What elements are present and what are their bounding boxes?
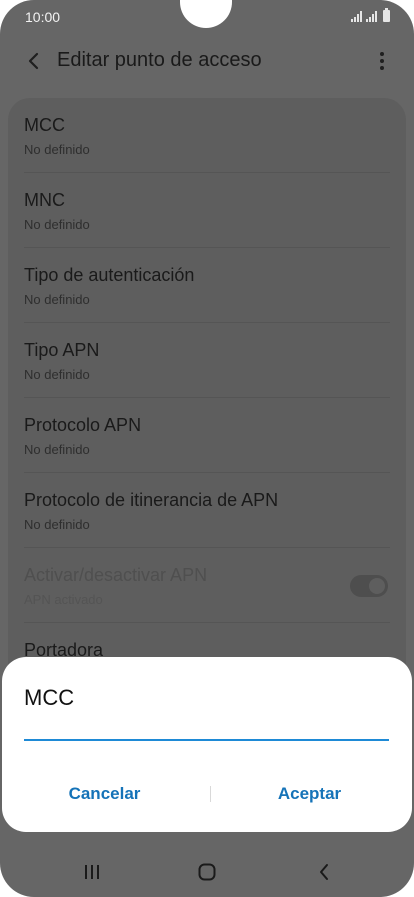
- camera-notch: [180, 0, 232, 28]
- setting-value: No definido: [24, 442, 90, 457]
- setting-apn-type[interactable]: Tipo APN No definido: [8, 323, 406, 398]
- setting-value: No definido: [24, 292, 90, 307]
- setting-value: No definido: [24, 142, 90, 157]
- accept-button[interactable]: Aceptar: [207, 779, 412, 809]
- setting-auth-type[interactable]: Tipo de autenticación No definido: [8, 248, 406, 323]
- dialog-buttons: Cancelar Aceptar: [2, 779, 412, 809]
- nav-back-icon: [320, 864, 328, 880]
- setting-apn-enable[interactable]: Activar/desactivar APN APN activado: [8, 548, 406, 623]
- setting-apn-protocol[interactable]: Protocolo APN No definido: [8, 398, 406, 473]
- navigation-bar: [0, 848, 414, 897]
- setting-mcc[interactable]: MCC No definido: [8, 98, 406, 173]
- more-vertical-icon: [380, 52, 384, 56]
- mcc-input[interactable]: [24, 725, 389, 741]
- signal-icon: [366, 11, 377, 22]
- battery-icon: [383, 8, 390, 22]
- cancel-button[interactable]: Cancelar: [2, 779, 207, 809]
- status-bar: 10:00: [0, 0, 414, 32]
- home-icon: [198, 863, 216, 881]
- signal-icon: [351, 11, 362, 22]
- setting-value: No definido: [24, 367, 90, 382]
- setting-value: No definido: [24, 517, 90, 532]
- setting-title: MNC: [24, 190, 65, 210]
- app-header: Editar punto de acceso: [0, 32, 414, 90]
- chevron-left-icon: [28, 52, 39, 70]
- recent-apps-button[interactable]: [62, 848, 122, 896]
- setting-value: APN activado: [24, 592, 103, 607]
- status-icons: [351, 8, 390, 22]
- dialog-title: MCC: [24, 685, 75, 710]
- status-time: 10:00: [25, 9, 61, 25]
- setting-apn-roaming-protocol[interactable]: Protocolo de itinerancia de APN No defin…: [8, 473, 406, 548]
- nav-back-button[interactable]: [294, 848, 354, 896]
- setting-title: Protocolo APN: [24, 415, 142, 435]
- home-button[interactable]: [177, 848, 237, 896]
- recent-apps-icon: [85, 865, 99, 879]
- setting-value: No definido: [24, 217, 90, 232]
- setting-title: Activar/desactivar APN: [24, 565, 208, 585]
- setting-title: MCC: [24, 115, 65, 135]
- phone-screen: 10:00 Editar punto de acceso MCC No defi…: [0, 0, 414, 897]
- setting-title: Tipo de autenticación: [24, 265, 195, 285]
- mcc-dialog: MCC Cancelar Aceptar: [2, 657, 412, 832]
- apn-toggle-switch[interactable]: [350, 575, 388, 597]
- back-button[interactable]: [18, 46, 48, 76]
- more-options-button[interactable]: [370, 46, 394, 76]
- setting-title: Protocolo de itinerancia de APN: [24, 490, 279, 510]
- toggle-knob: [367, 576, 387, 596]
- settings-list: MCC No definido MNC No definido Tipo de …: [8, 98, 406, 718]
- page-title: Editar punto de acceso: [57, 49, 262, 71]
- setting-title: Tipo APN: [24, 340, 100, 360]
- setting-mnc[interactable]: MNC No definido: [8, 173, 406, 248]
